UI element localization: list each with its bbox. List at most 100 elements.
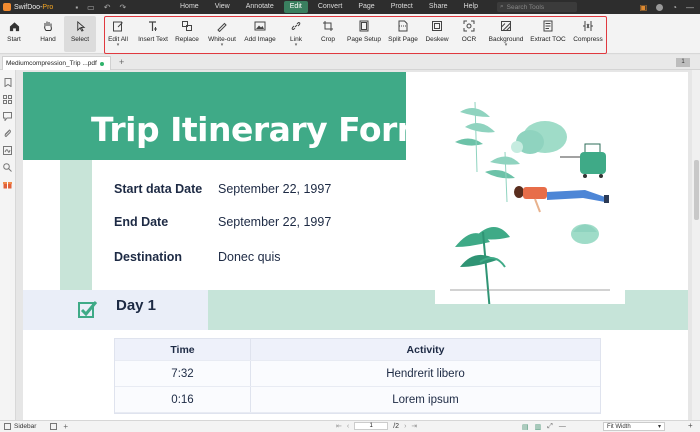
zoom-select[interactable]: Fit Width ▾ [603, 422, 665, 431]
menu-protect[interactable]: Protect [385, 1, 419, 13]
cell-activity: Lorem ipsum [392, 393, 459, 406]
replace-button[interactable]: Replace [173, 16, 201, 52]
gift-icon[interactable] [3, 180, 12, 189]
page-setup-button[interactable]: Page Setup [346, 16, 382, 52]
background-button[interactable]: Background ▾ [487, 16, 525, 52]
last-page-icon[interactable]: ⇥ [411, 422, 417, 430]
next-page-icon[interactable]: › [404, 423, 406, 430]
minimize-icon[interactable]: — [686, 3, 694, 12]
chevron-down-icon: ▾ [657, 424, 661, 430]
search-tools-input[interactable]: ⌕ Search Tools [497, 2, 577, 12]
first-page-icon[interactable]: ⇤ [336, 422, 342, 430]
header-activity: Activity [406, 343, 445, 356]
eraser-icon [215, 19, 229, 33]
compress-button[interactable]: Compress [571, 16, 605, 52]
crop-icon [321, 19, 335, 33]
menu-home[interactable]: Home [174, 1, 205, 13]
hand-button[interactable]: Hand [34, 16, 62, 52]
start-button[interactable]: Start [2, 16, 26, 52]
deskew-icon [430, 19, 444, 33]
menu-help[interactable]: Help [458, 1, 484, 13]
undo-icon[interactable]: ↶ [104, 3, 111, 12]
add-page-icon[interactable]: + [63, 422, 68, 431]
bookmark-icon[interactable] [3, 78, 12, 87]
white-out-button[interactable]: White-out ▾ [205, 16, 239, 52]
background-icon [499, 19, 513, 33]
prev-page-icon[interactable]: ‹ [347, 423, 349, 430]
thumbnails-icon[interactable] [3, 95, 12, 104]
status-bar: Sidebar + ⇤ ‹ 1 /2 › ⇥ ▤ ▥ ⤢ — Fit Width… [0, 420, 700, 432]
start-date-label: Start data Date [114, 182, 203, 196]
destination-label: Destination [114, 250, 183, 264]
signature-icon[interactable] [3, 146, 12, 155]
destination-value: Donec quis [218, 250, 281, 264]
crop-button[interactable]: Crop [316, 16, 340, 52]
split-page-icon [396, 19, 410, 33]
menu-annotate[interactable]: Annotate [240, 1, 280, 13]
add-image-button[interactable]: Add Image [243, 16, 277, 52]
page-number-input[interactable]: 1 [354, 422, 389, 430]
deskew-button[interactable]: Deskew [424, 16, 450, 52]
document-canvas[interactable]: Trip Itinerary Form Start data Date Sept… [16, 70, 692, 420]
scroll-thumb[interactable] [694, 160, 699, 220]
cell-activity: Hendrerit libero [386, 367, 465, 380]
cursor-icon [73, 19, 87, 33]
attachment-icon[interactable] [3, 129, 12, 138]
view-mode-group: ▤ ▥ ⤢ — [522, 423, 566, 431]
start-date-value: September 22, 1997 [218, 182, 332, 196]
day-heading: Day 1 [116, 297, 157, 314]
menu-edit[interactable]: Edit [283, 1, 308, 13]
sidebar-toggle[interactable]: Sidebar [4, 423, 36, 430]
split-page-button[interactable]: Split Page [387, 16, 419, 52]
document-title: Trip Itinerary Form [91, 110, 431, 149]
panel-icon[interactable] [50, 423, 58, 430]
end-date-label: End Date [114, 215, 169, 229]
swifdoo-logo-icon [3, 3, 11, 11]
ocr-button[interactable]: OCR [458, 16, 480, 52]
app-logo: SwifDoo-Pro [3, 3, 53, 11]
shop-icon[interactable]: ▣ [640, 3, 648, 12]
user-avatar-icon[interactable] [656, 3, 664, 11]
itinerary-table: Time Activity 7:32 Hendrerit libero 0:16… [114, 338, 601, 414]
bell-icon[interactable]: ◔ [672, 3, 677, 12]
comment-icon[interactable] [3, 112, 12, 121]
link-icon [289, 19, 303, 33]
page-navigation: ⇤ ‹ 1 /2 › ⇥ [336, 422, 417, 430]
tab-filename: Mediumcompression_Trip ...pdf [6, 60, 97, 67]
cell-time: 0:16 [115, 387, 251, 412]
search-placeholder: Search Tools [506, 3, 545, 11]
menu-convert[interactable]: Convert [312, 1, 349, 13]
menu-page[interactable]: Page [352, 1, 380, 13]
left-sidebar [0, 70, 16, 420]
checkmark-icon [78, 300, 98, 318]
save-icon[interactable]: ▪ [75, 3, 78, 12]
pdf-page[interactable]: Trip Itinerary Form Start data Date Sept… [23, 72, 688, 420]
app-name: SwifDoo-Pro [14, 3, 54, 11]
extract-toc-button[interactable]: Extract TOC [529, 16, 567, 52]
select-button[interactable]: Select [64, 16, 96, 52]
chevron-down-icon: ▾ [504, 42, 508, 48]
end-date-value: September 22, 1997 [218, 215, 332, 229]
fit-page-icon[interactable]: ⤢ [547, 423, 553, 431]
redo-icon[interactable]: ↷ [119, 3, 126, 12]
page-setup-icon [357, 19, 371, 33]
search-icon: ⌕ [500, 3, 504, 10]
menu-view[interactable]: View [209, 1, 236, 13]
text-icon [146, 19, 160, 33]
print-icon[interactable]: ▭ [87, 3, 95, 12]
zoom-in-icon[interactable]: + [688, 421, 693, 430]
zoom-out-icon[interactable]: — [559, 423, 566, 431]
double-page-view-icon[interactable]: ▥ [535, 423, 542, 431]
link-button[interactable]: Link ▾ [284, 16, 308, 52]
single-page-view-icon[interactable]: ▤ [522, 423, 529, 431]
vertical-scrollbar[interactable] [692, 70, 700, 420]
edit-all-button[interactable]: Edit All ▾ [106, 16, 130, 52]
insert-text-button[interactable]: Insert Text [135, 16, 171, 52]
search-icon[interactable] [3, 163, 12, 172]
header-time: Time [115, 339, 251, 360]
compress-icon [581, 19, 595, 33]
add-tab-button[interactable]: + [119, 57, 124, 67]
menu-share[interactable]: Share [423, 1, 454, 13]
document-tab[interactable]: Mediumcompression_Trip ...pdf [2, 56, 111, 70]
ribbon-toolbar: Start Hand Select Edit All ▾ Insert Text… [0, 14, 700, 54]
